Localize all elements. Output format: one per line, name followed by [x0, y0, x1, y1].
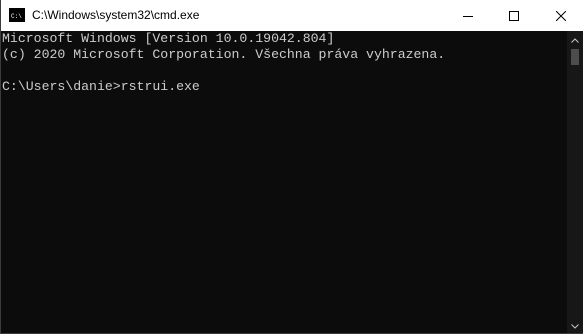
minimize-button[interactable]: [445, 0, 491, 31]
scroll-down-button[interactable]: [567, 317, 583, 333]
minimize-icon: [463, 11, 473, 21]
maximize-icon: [509, 10, 519, 21]
cmd-window: C:\ C:\Windows\system32\cmd.exe Microsof…: [0, 0, 583, 334]
svg-text:C:\: C:\: [11, 13, 22, 20]
console-icon[interactable]: C:\: [9, 8, 25, 22]
scroll-up-button[interactable]: [567, 31, 583, 47]
title-bar[interactable]: C:\ C:\Windows\system32\cmd.exe: [1, 0, 583, 31]
vertical-scrollbar[interactable]: [567, 31, 583, 333]
close-button[interactable]: [538, 0, 583, 31]
window-title: C:\Windows\system32\cmd.exe: [32, 8, 200, 22]
console-line: Microsoft Windows [Version 10.0.19042.80…: [2, 31, 335, 46]
scroll-down-arrow-icon: [571, 316, 579, 334]
maximize-button[interactable]: [491, 0, 537, 31]
console-line: (c) 2020 Microsoft Corporation. Všechna …: [2, 47, 446, 62]
console-prompt-line: C:\Users\danie>rstrui.exe: [2, 79, 200, 94]
console-output[interactable]: Microsoft Windows [Version 10.0.19042.80…: [2, 31, 566, 333]
close-icon: [556, 10, 566, 21]
scroll-up-arrow-icon: [571, 30, 579, 48]
scroll-thumb[interactable]: [571, 49, 579, 65]
